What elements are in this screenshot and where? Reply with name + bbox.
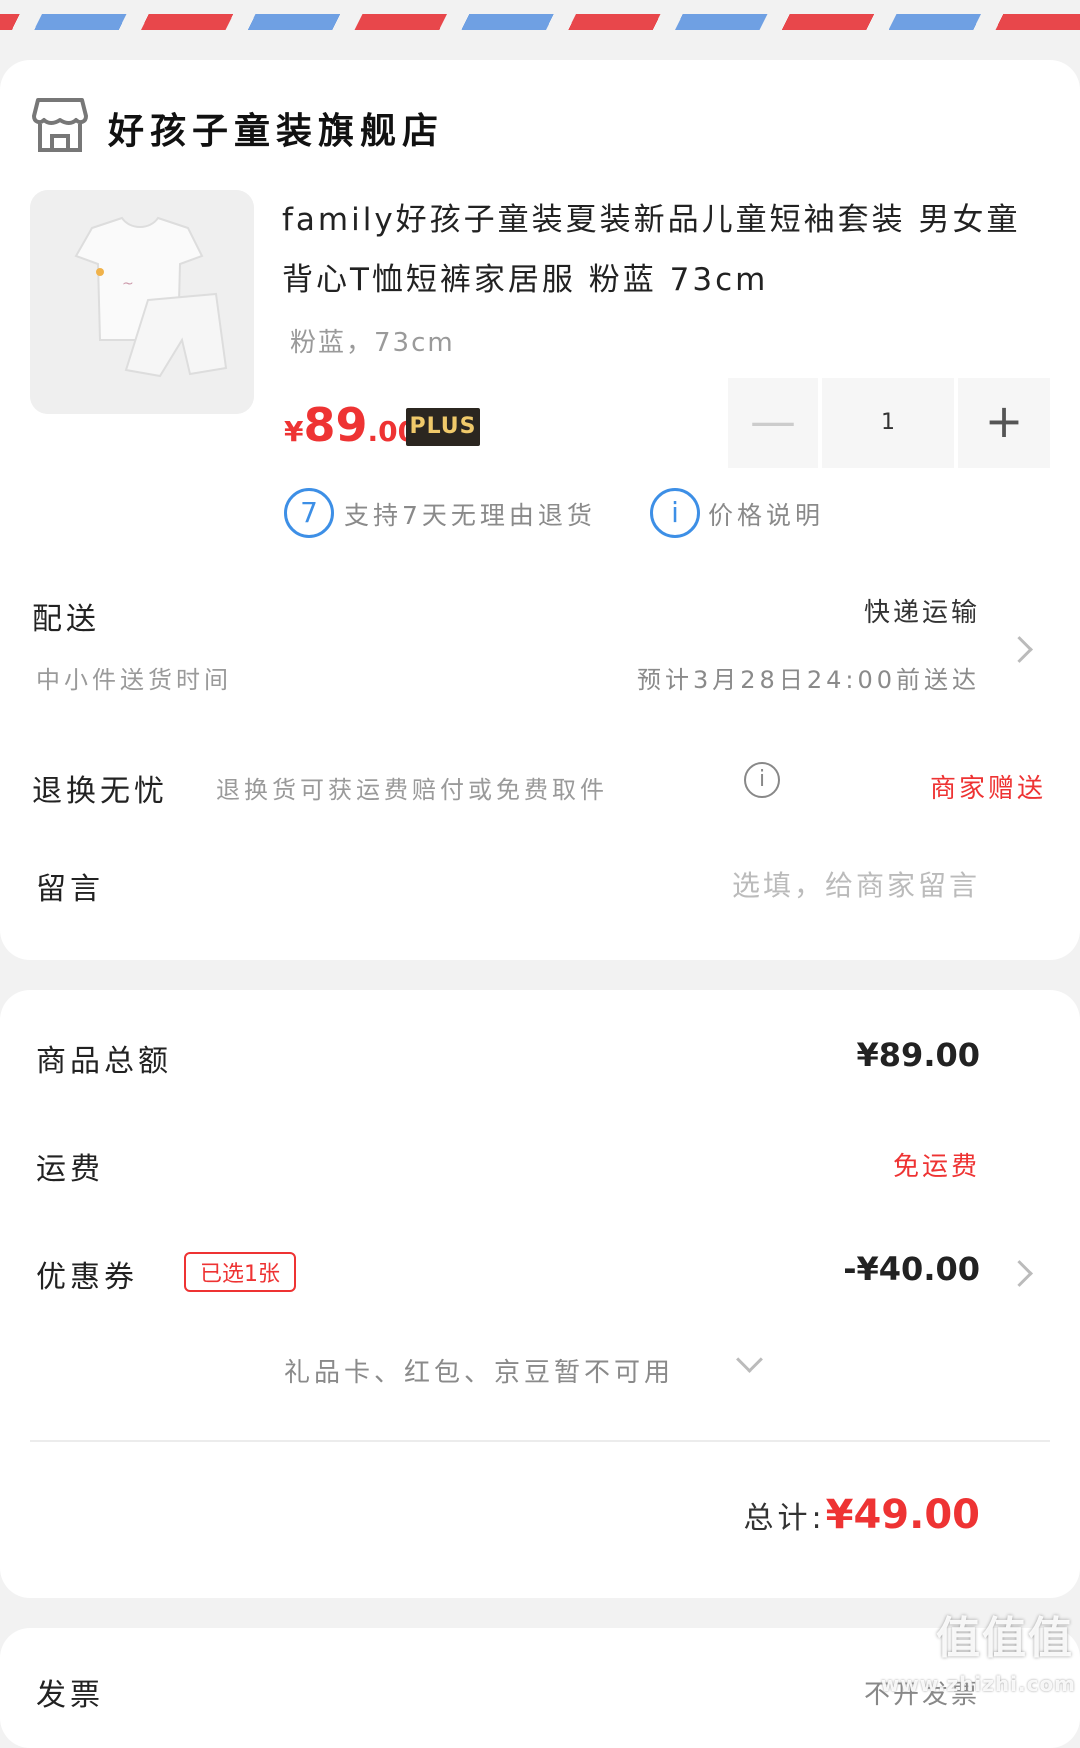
quantity-input[interactable]: 1 [822, 378, 954, 468]
price-explanation-link[interactable]: 价格说明 [708, 496, 824, 532]
message-input[interactable]: 选填，给商家留言 [732, 864, 980, 904]
return-service-label: 退换无忧 [32, 774, 168, 809]
order-total: 总计:¥49.00 [744, 1492, 980, 1538]
seven-day-return-icon: 7 [284, 488, 334, 538]
decrease-quantity-button[interactable]: — [728, 378, 818, 468]
product-price: ¥89.00 [284, 398, 417, 452]
message-label: 留言 [36, 872, 104, 907]
order-item-card: 好孩子童装旗舰店 ~ family好孩子童装夏装新品儿童短袖套装 男女童背心T恤… [0, 60, 1080, 960]
plus-member-badge: PLUS [406, 408, 480, 446]
watermark-logo: 值值值 [936, 1613, 1074, 1664]
return-service-desc: 退换货可获运费赔付或免费取件 [216, 776, 608, 804]
total-value: ¥49.00 [825, 1492, 980, 1538]
price-currency: ¥ [284, 415, 304, 448]
delivery-label: 配送 [32, 602, 100, 637]
coupon-selected-badge[interactable]: 已选1张 [184, 1252, 296, 1292]
goods-total-label: 商品总额 [36, 1044, 172, 1079]
product-title[interactable]: family好孩子童装夏装新品儿童短袖套装 男女童背心T恤短裤家居服 粉蓝 73… [282, 190, 1042, 310]
shipping-value: 免运费 [892, 1152, 980, 1182]
chevron-right-icon[interactable] [1006, 636, 1033, 663]
quantity-stepper: — 1 + [728, 378, 1050, 468]
product-thumbnail[interactable]: ~ [30, 190, 254, 414]
airmail-stripe-border [0, 14, 1080, 30]
product-spec[interactable]: 粉蓝，73cm [290, 322, 455, 359]
delivery-method[interactable]: 快递运输 [864, 592, 980, 629]
price-summary-card: 商品总额 ¥89.00 运费 免运费 优惠券 已选1张 -¥40.00 礼品卡、… [0, 990, 1080, 1598]
total-label: 总计: [743, 1501, 826, 1536]
return-policy-text[interactable]: 支持7天无理由退货 [344, 496, 596, 532]
chevron-down-icon[interactable] [736, 1346, 763, 1373]
return-info-icon[interactable]: i [744, 762, 780, 798]
goods-total-value: ¥89.00 [856, 1036, 980, 1074]
summary-divider [30, 1440, 1050, 1442]
return-service-value[interactable]: 商家赠送 [930, 768, 1046, 805]
store-name[interactable]: 好孩子童装旗舰店 [108, 102, 444, 154]
invoice-label: 发票 [36, 1678, 104, 1713]
price-integer: 89 [303, 398, 368, 452]
increase-quantity-button[interactable]: + [958, 378, 1050, 468]
chevron-right-icon[interactable] [1006, 1260, 1033, 1287]
svg-text:~: ~ [122, 276, 134, 292]
delivery-time-label: 中小件送货时间 [36, 666, 232, 694]
watermark-text: www.zhizhi.com [880, 1672, 1076, 1696]
coupon-discount-value[interactable]: -¥40.00 [843, 1250, 980, 1288]
coupon-label: 优惠券 [36, 1260, 138, 1295]
delivery-eta[interactable]: 预计3月28日24:00前送达 [637, 660, 980, 695]
store-icon [32, 96, 88, 154]
shipping-label: 运费 [36, 1152, 104, 1187]
unavailable-payments-text[interactable]: 礼品卡、红包、京豆暂不可用 [284, 1352, 674, 1389]
info-icon[interactable]: i [650, 488, 700, 538]
